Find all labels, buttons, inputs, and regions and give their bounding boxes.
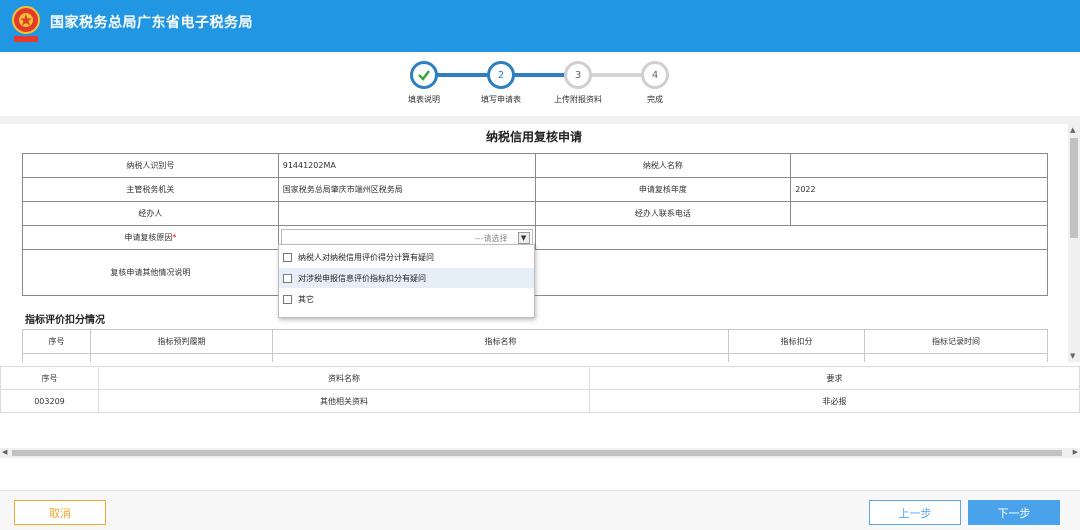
review-reason-empty xyxy=(534,225,1049,250)
scroll-down-icon[interactable]: ▼ xyxy=(1070,352,1075,360)
taxpayer-id-value: 91441202MA xyxy=(277,153,536,178)
scroll-thumb[interactable] xyxy=(12,450,1062,456)
handler-field[interactable] xyxy=(277,201,536,226)
attachments-table: 序号 资料名称 要求 003209 其他相关资料 非必报 xyxy=(0,366,1080,413)
reason-option-score[interactable]: 纳税人对纳税信用评价得分计算有疑问 xyxy=(279,247,534,267)
authority-value: 国家税务总局肇庆市端州区税务局 xyxy=(277,177,536,202)
option-label: 纳税人对纳税信用评价得分计算有疑问 xyxy=(298,252,434,262)
step-connector xyxy=(437,73,490,77)
att-col-name: 资料名称 xyxy=(98,366,590,390)
step-2-label: 填写申请表 xyxy=(481,95,521,104)
step-1-label: 填表说明 xyxy=(408,95,440,104)
review-reason-dropdown: 纳税人对纳税信用评价得分计算有疑问 对涉税申报信息评价指标扣分有疑问 其它 xyxy=(278,244,535,318)
cancel-button[interactable]: 取消 xyxy=(14,500,106,525)
step-4-label: 完成 xyxy=(647,95,663,104)
previous-step-button[interactable]: 上一步 xyxy=(869,500,961,525)
option-checkbox[interactable] xyxy=(283,294,292,304)
form-scroll-area[interactable]: 纳税信用复核申请 纳税人识别号 91441202MA 纳税人名称 主管税务机关 … xyxy=(0,124,1068,362)
eval-col-time: 指标记录时间 xyxy=(864,329,1048,354)
application-form: 纳税人识别号 91441202MA 纳税人名称 主管税务机关 国家税务总局肇庆市… xyxy=(22,153,1049,296)
scroll-thumb[interactable] xyxy=(1070,138,1078,238)
form-title: 纳税信用复核申请 xyxy=(485,130,582,144)
checkmark-icon xyxy=(418,70,430,81)
handler-phone-label: 经办人联系电话 xyxy=(534,201,792,226)
option-label: 对涉税申报信息评价指标扣分有疑问 xyxy=(298,273,426,283)
att-col-seq: 序号 xyxy=(0,366,99,390)
review-year-label: 申请复核年度 xyxy=(534,177,792,202)
review-year-value: 2022 xyxy=(790,177,1048,202)
eval-col-deduction: 指标扣分 xyxy=(728,329,865,354)
handler-label: 经办人 xyxy=(22,201,279,226)
handler-phone-field[interactable] xyxy=(790,201,1048,226)
required-marker: * xyxy=(172,233,177,242)
chevron-down-icon[interactable]: ▼ xyxy=(517,231,530,244)
step-3-label: 上传附报资料 xyxy=(554,95,602,104)
option-checkbox[interactable] xyxy=(283,252,292,262)
eval-section-title: 指标评价扣分情况 xyxy=(25,315,105,326)
table-row[interactable]: 003209 其他相关资料 非必报 xyxy=(0,389,1080,413)
att-row-requirement: 非必报 xyxy=(589,389,1080,413)
app-title: 国家税务总局广东省电子税务局 xyxy=(50,15,253,31)
app-header: 国家税务总局广东省电子税务局 xyxy=(0,0,1080,52)
review-reason-label-text: 申请复核原因 xyxy=(124,233,173,242)
taxpayer-id-label: 纳税人识别号 xyxy=(22,153,279,178)
divider-strip xyxy=(0,116,1080,124)
progress-stepper: 2 3 4 填表说明 填写申请表 上传附报资料 完成 xyxy=(0,52,1080,116)
horizontal-scrollbar[interactable]: ◀ ▶ xyxy=(0,448,1080,458)
step-connector xyxy=(514,73,567,77)
reason-option-declaration[interactable]: 对涉税申报信息评价指标扣分有疑问 xyxy=(279,268,534,288)
footer-bar: 取消 上一步 下一步 xyxy=(0,490,1080,530)
option-label: 其它 xyxy=(298,294,314,304)
taxpayer-name-label: 纳税人名称 xyxy=(534,153,792,178)
scroll-left-icon[interactable]: ◀ xyxy=(2,448,7,456)
review-reason-label: 申请复核原因* xyxy=(22,225,279,250)
authority-label: 主管税务机关 xyxy=(22,177,279,202)
next-step-button[interactable]: 下一步 xyxy=(968,500,1060,525)
option-checkbox[interactable] xyxy=(283,273,292,283)
step-3-circle: 3 xyxy=(564,61,592,89)
eval-table: 序号 指标预判履期 指标名称 指标扣分 指标记录时间 xyxy=(22,329,1048,362)
reason-option-other[interactable]: 其它 xyxy=(279,289,534,309)
step-2-circle: 2 xyxy=(487,61,515,89)
step-connector xyxy=(591,73,644,77)
review-reason-placeholder: ---请选择 xyxy=(474,233,508,243)
att-col-requirement: 要求 xyxy=(589,366,1080,390)
vertical-scrollbar[interactable]: ▲ ▼ xyxy=(1068,124,1080,362)
eval-col-period: 指标预判履期 xyxy=(90,329,273,354)
eval-col-name: 指标名称 xyxy=(272,329,729,354)
step-1-circle xyxy=(410,61,438,89)
att-row-id: 003209 xyxy=(0,389,99,413)
tax-emblem-icon xyxy=(12,6,40,42)
eval-col-seq: 序号 xyxy=(22,329,91,354)
att-row-name: 其他相关资料 xyxy=(98,389,590,413)
scroll-up-icon[interactable]: ▲ xyxy=(1070,126,1075,134)
other-info-label: 复核申请其他情况说明 xyxy=(22,249,279,296)
scroll-right-icon[interactable]: ▶ xyxy=(1073,448,1078,456)
taxpayer-name-value xyxy=(790,153,1048,178)
table-row xyxy=(22,353,1048,362)
step-4-circle: 4 xyxy=(641,61,669,89)
